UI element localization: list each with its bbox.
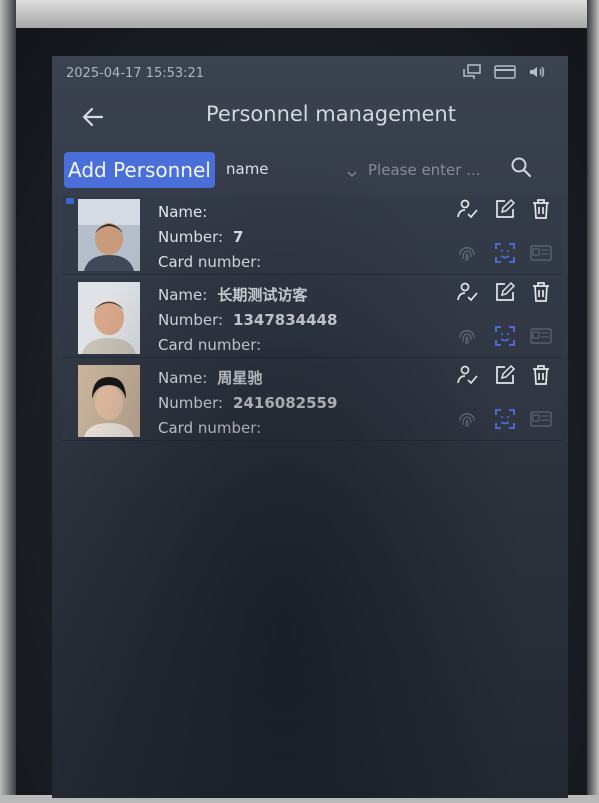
avatar [78,282,140,354]
personnel-list: Name: Number: 7 Card number: Name: 长期测试访… [62,196,562,445]
toolbar: Add Personnel name [52,152,568,192]
network-icon [462,64,482,80]
search-input[interactable] [366,156,496,184]
person-name: 长期测试访客 [217,286,308,304]
fingerprint-icon [456,325,478,347]
person-number: 7 [233,228,244,246]
name-label: Name: [158,286,208,304]
card-label: Card number: [158,253,262,271]
device-bezel-right [587,0,599,803]
number-label: Number: [158,228,224,246]
card-line: Card number: [158,250,271,275]
device-bezel-left [0,0,16,803]
person-number: 1347834448 [233,311,338,329]
search-field-select[interactable]: name [226,160,269,178]
row-actions [456,362,556,440]
avatar [78,365,140,437]
face-scan-icon [494,325,516,347]
person-number: 2416082559 [233,394,338,412]
name-label: Name: [158,203,208,221]
permission-icon[interactable] [456,281,478,303]
status-icons [462,64,546,80]
edit-icon[interactable] [494,364,516,386]
fingerprint-icon [456,408,478,430]
card-icon [530,408,552,430]
title-row: Personnel management [52,96,568,136]
number-line: Number: 2416082559 [158,391,337,416]
list-item[interactable]: Name: Number: 7 Card number: [62,196,562,275]
edit-icon[interactable] [494,198,516,220]
card-reader-icon [494,65,516,79]
search-icon[interactable] [510,156,532,178]
card-icon [530,242,552,264]
number-label: Number: [158,394,224,412]
person-fields: Name: 长期测试访客 Number: 1347834448 Card numbe… [158,283,337,358]
person-fields: Name: 周星驰 Number: 2416082559 Card number: [158,366,337,441]
card-icon [530,325,552,347]
number-line: Number: 7 [158,225,271,250]
permission-icon[interactable] [456,198,478,220]
list-item[interactable]: Name: 周星驰 Number: 2416082559 Card number: [62,362,562,441]
status-bar: 2025-04-17 15:53:21 [52,64,568,86]
permission-icon[interactable] [456,364,478,386]
fingerprint-icon [456,242,478,264]
add-personnel-button[interactable]: Add Personnel [64,152,215,188]
row-actions [456,196,556,274]
row-actions [456,279,556,357]
card-line: Card number: [158,416,337,441]
delete-icon[interactable] [530,364,552,386]
list-item[interactable]: Name: 长期测试访客 Number: 1347834448 Card numbe… [62,279,562,358]
number-label: Number: [158,311,224,329]
device-photo-frame: 2025-04-17 15:53:21 Personnel management… [0,0,599,803]
number-line: Number: 1347834448 [158,308,337,333]
name-line: Name: 周星驰 [158,366,337,391]
name-line: Name: [158,200,271,225]
delete-icon[interactable] [530,198,552,220]
selection-marker [66,198,74,204]
face-scan-icon [494,242,516,264]
card-label: Card number: [158,336,262,354]
speaker-icon [528,65,546,79]
delete-icon[interactable] [530,281,552,303]
page-title: Personnel management [206,102,456,126]
card-label: Card number: [158,419,262,437]
status-datetime: 2025-04-17 15:53:21 [66,66,205,81]
name-line: Name: 长期测试访客 [158,283,337,308]
chevron-down-icon[interactable] [346,164,358,178]
device-screen: 2025-04-17 15:53:21 Personnel management… [52,56,568,798]
edit-icon[interactable] [494,281,516,303]
person-name: 周星驰 [217,369,263,387]
device-bezel-top [0,0,599,28]
card-line: Card number: [158,333,337,358]
name-label: Name: [158,369,208,387]
face-scan-icon [494,408,516,430]
avatar [78,199,140,271]
person-fields: Name: Number: 7 Card number: [158,200,271,275]
back-arrow-icon[interactable] [80,104,106,130]
